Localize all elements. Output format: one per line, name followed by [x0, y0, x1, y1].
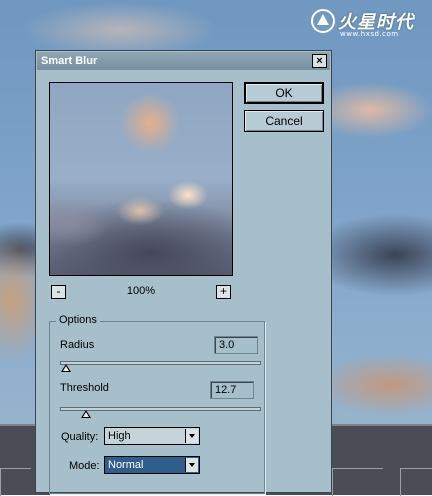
preview-image[interactable]: [49, 82, 233, 276]
options-legend: Options: [56, 314, 100, 326]
chevron-down-icon[interactable]: [185, 458, 198, 472]
close-button[interactable]: ×: [312, 54, 327, 68]
radius-slider-track[interactable]: [60, 361, 261, 365]
watermark-logo: 火星时代 www.hxsd.com: [310, 6, 422, 40]
threshold-slider-thumb[interactable]: [80, 410, 91, 418]
radius-label: Radius: [60, 339, 95, 351]
hxsd-logo-icon: [311, 9, 335, 33]
title-bar[interactable]: Smart Blur ×: [37, 52, 330, 70]
panel-segment: [332, 468, 383, 496]
quality-label: Quality:: [61, 431, 99, 443]
panel-segment: [400, 468, 432, 496]
zoom-in-button[interactable]: +: [216, 285, 231, 299]
chevron-down-icon[interactable]: [185, 429, 198, 443]
quality-select[interactable]: High: [104, 427, 200, 445]
watermark-url: www.hxsd.com: [340, 30, 399, 38]
dialog-title: Smart Blur: [41, 55, 98, 67]
threshold-input[interactable]: 12.7: [210, 381, 254, 399]
smart-blur-dialog: Smart Blur × 100% - + OK Cancel Options …: [35, 50, 332, 494]
radius-slider-thumb[interactable]: [61, 364, 72, 372]
threshold-label: Threshold: [60, 382, 109, 394]
quality-value: High: [108, 430, 131, 442]
panel-segment: [0, 468, 31, 496]
zoom-level: 100%: [126, 285, 156, 297]
radius-input[interactable]: 3.0: [214, 336, 258, 354]
ok-button[interactable]: OK: [244, 82, 324, 104]
cancel-button[interactable]: Cancel: [244, 110, 324, 132]
mode-label: Mode:: [69, 460, 100, 472]
mode-select[interactable]: Normal: [104, 456, 200, 474]
mode-value: Normal: [108, 459, 144, 471]
zoom-out-button[interactable]: -: [51, 285, 66, 299]
